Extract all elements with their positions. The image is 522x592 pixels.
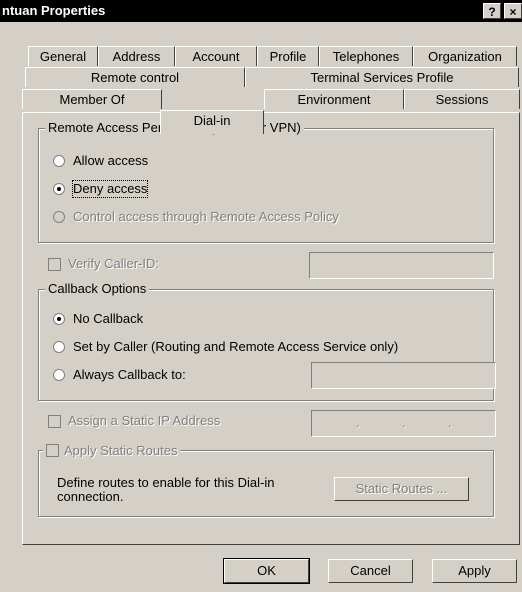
tab-environment[interactable]: Environment bbox=[264, 89, 404, 109]
tab-account[interactable]: Account bbox=[175, 46, 257, 66]
allow-access-label: Allow access bbox=[73, 153, 149, 168]
tab-remote-control[interactable]: Remote control bbox=[25, 67, 245, 87]
close-button[interactable]: × bbox=[504, 3, 522, 19]
static-routes-legend: Apply Static Routes bbox=[43, 442, 181, 458]
tab-general[interactable]: General bbox=[28, 46, 98, 66]
static-routes-description: Define routes to enable for this Dial-in… bbox=[57, 475, 275, 504]
tab-dial-in[interactable]: Dial-in bbox=[160, 110, 264, 134]
tab-terminal-services-profile[interactable]: Terminal Services Profile bbox=[245, 67, 519, 87]
apply-button[interactable]: Apply bbox=[432, 559, 517, 583]
ip-dot-2: . bbox=[402, 415, 406, 430]
title-bar: ntuan Properties ? × bbox=[0, 0, 522, 22]
ip-dot-1: . bbox=[356, 415, 360, 430]
verify-caller-id-checkbox bbox=[48, 258, 61, 271]
policy-access-label: Control access through Remote Access Pol… bbox=[73, 209, 339, 224]
static-routes-label: Apply Static Routes bbox=[64, 443, 178, 458]
no-callback-label: No Callback bbox=[73, 311, 144, 326]
tab-organization[interactable]: Organization bbox=[413, 46, 517, 66]
tab-address[interactable]: Address bbox=[98, 46, 175, 66]
tab-sessions[interactable]: Sessions bbox=[404, 89, 520, 109]
ok-button[interactable]: OK bbox=[223, 558, 310, 584]
always-callback-field bbox=[311, 362, 496, 389]
verify-caller-id-label: Verify Caller-ID: bbox=[68, 256, 160, 271]
always-callback-radio[interactable] bbox=[53, 369, 65, 381]
window-title: ntuan Properties bbox=[2, 3, 106, 18]
no-callback-radio[interactable] bbox=[53, 313, 65, 325]
allow-access-radio[interactable] bbox=[53, 155, 65, 167]
cancel-button[interactable]: Cancel bbox=[328, 559, 413, 583]
deny-access-radio[interactable] bbox=[53, 183, 65, 195]
callback-legend: Callback Options bbox=[45, 281, 150, 296]
static-ip-field: . . . bbox=[311, 410, 496, 437]
always-callback-label: Always Callback to: bbox=[73, 367, 186, 382]
static-routes-checkbox bbox=[46, 444, 59, 457]
help-button[interactable]: ? bbox=[483, 3, 501, 19]
tab-member-of[interactable]: Member Of bbox=[22, 89, 162, 109]
static-ip-label: Assign a Static IP Address bbox=[68, 413, 221, 428]
ip-dot-3: . bbox=[448, 415, 452, 430]
static-ip-checkbox bbox=[48, 415, 61, 428]
policy-access-radio bbox=[53, 211, 65, 223]
verify-caller-id-field bbox=[309, 252, 494, 279]
set-by-caller-radio[interactable] bbox=[53, 341, 65, 353]
tab-profile[interactable]: Profile bbox=[257, 46, 319, 66]
static-routes-button: Static Routes ... bbox=[334, 477, 469, 501]
set-by-caller-label: Set by Caller (Routing and Remote Access… bbox=[73, 339, 399, 354]
tab-telephones[interactable]: Telephones bbox=[319, 46, 413, 66]
deny-access-label: Deny access bbox=[71, 180, 149, 198]
